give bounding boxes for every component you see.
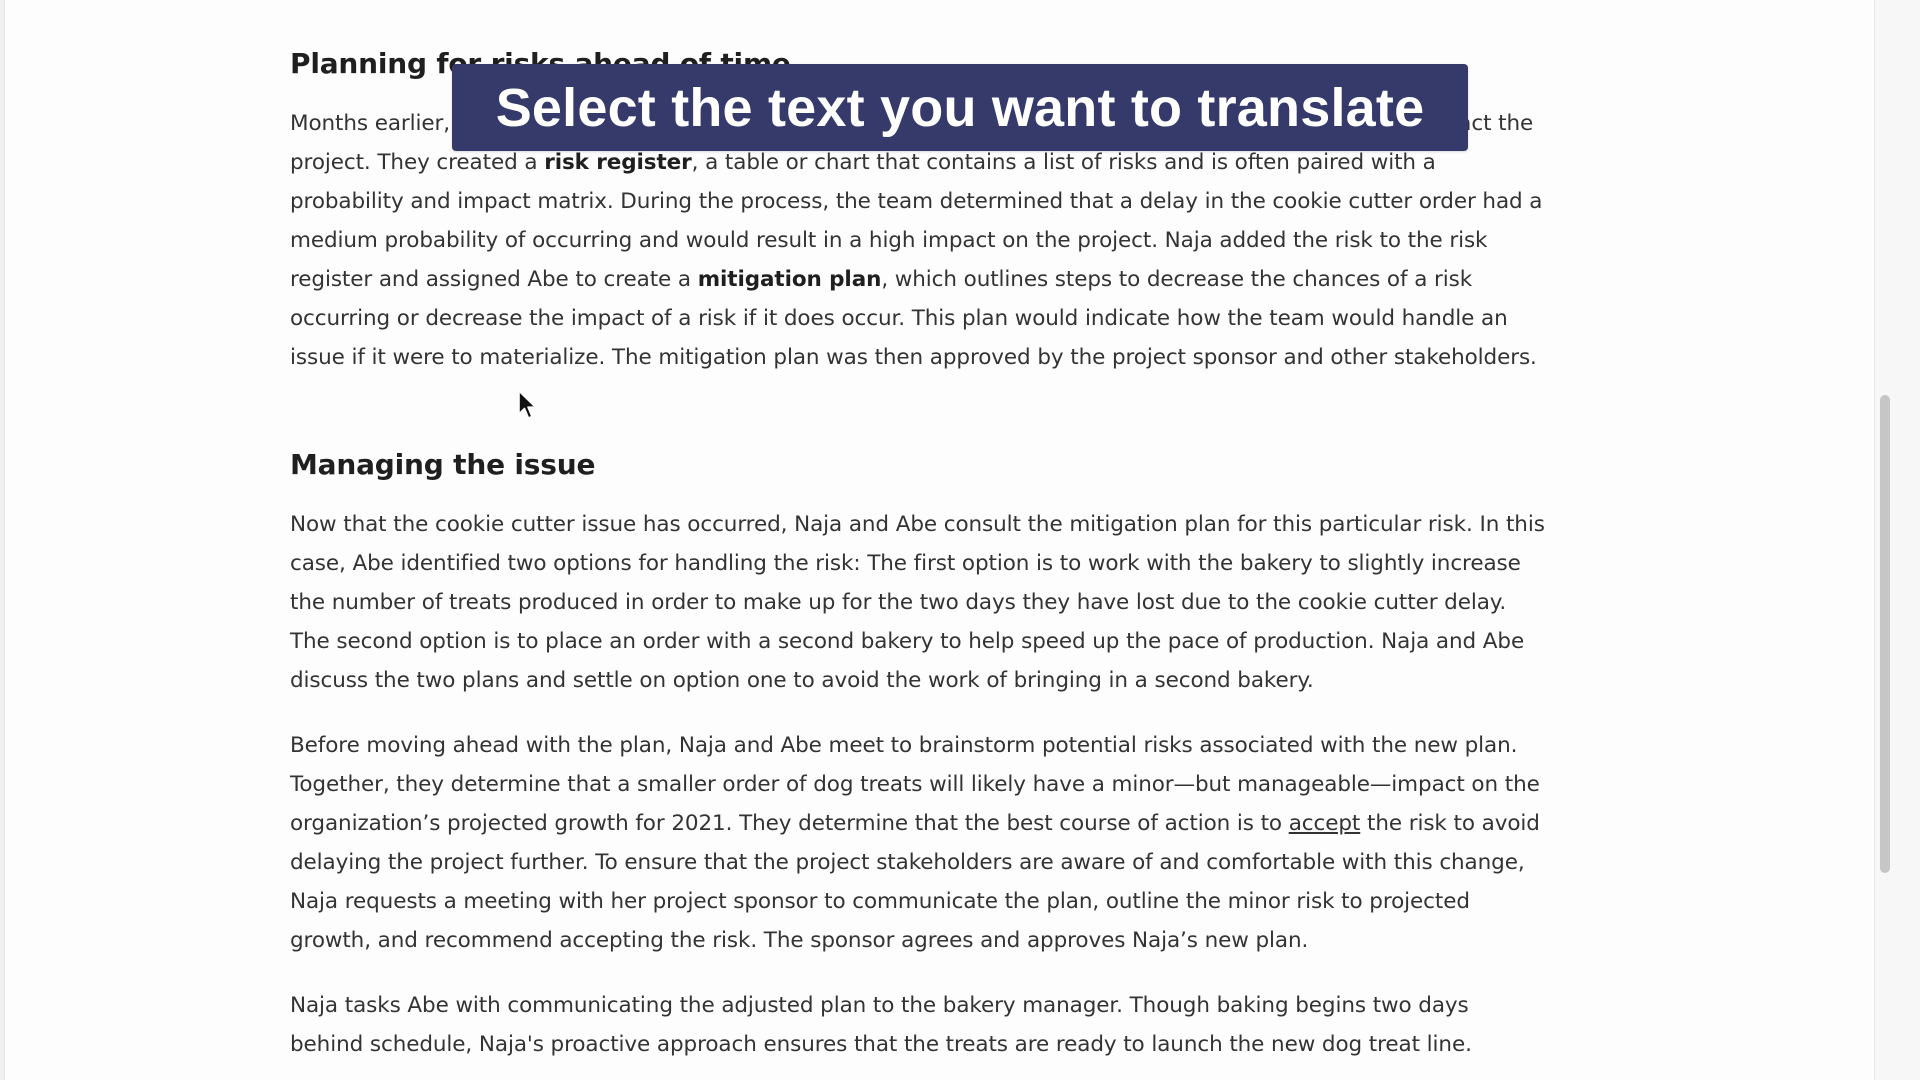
paragraph-managing-3[interactable]: Naja tasks Abe with communicating the ad…	[290, 986, 1545, 1064]
banner-text: Select the text you want to translate	[495, 77, 1425, 138]
term-risk-register: risk register	[544, 150, 692, 175]
section-heading-managing: Managing the issue	[290, 448, 596, 481]
translate-instruction-banner: Select the text you want to translate	[452, 64, 1468, 151]
scrollbar-thumb[interactable]	[1880, 395, 1890, 873]
window-left-edge	[0, 0, 5, 1080]
term-mitigation-plan: mitigation plan	[697, 267, 882, 292]
accept-link[interactable]: accept	[1289, 811, 1361, 836]
article-content: Planning for risks ahead of time Months …	[290, 40, 1545, 1064]
paragraph-managing-2[interactable]: Before moving ahead with the plan, Naja …	[290, 726, 1545, 960]
paragraph-managing-1[interactable]: Now that the cookie cutter issue has occ…	[290, 505, 1545, 700]
mouse-pointer-icon	[518, 390, 537, 419]
